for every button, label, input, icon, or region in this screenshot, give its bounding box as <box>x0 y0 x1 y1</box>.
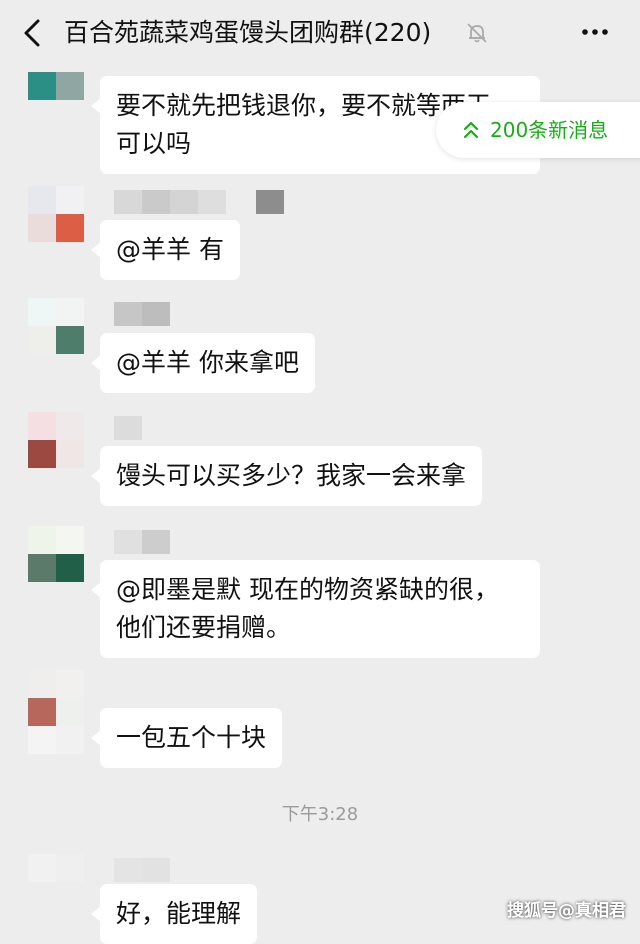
avatar[interactable] <box>28 298 84 354</box>
double-chevron-up-icon <box>463 121 479 139</box>
sender-name-blurred <box>114 530 174 554</box>
timestamp: 下午3:28 <box>281 804 359 825</box>
avatar[interactable] <box>28 854 84 925</box>
message-text: @即墨是默 现在的物资紧缺的很， <box>116 575 499 604</box>
message-bubble[interactable]: 馒头可以买多少？我家一会来拿 <box>90 446 483 506</box>
avatar[interactable] <box>28 186 84 242</box>
sender-name-blurred <box>114 302 174 326</box>
sender-name-blurred <box>114 858 174 882</box>
more-dots-icon[interactable] <box>580 22 610 42</box>
chat-title: 百合苑蔬菜鸡蛋馒头团购群(220) <box>64 18 432 47</box>
sender-name-blurred <box>114 416 144 440</box>
bell-off-icon <box>467 23 487 43</box>
message-text: 他们还要捐赠。 <box>116 613 292 642</box>
message-text: 一包五个十块 <box>116 723 267 752</box>
avatar[interactable] <box>28 670 84 754</box>
watermark: 搜狐号@真相君 <box>507 901 626 921</box>
message-bubble[interactable]: @羊羊 有 <box>91 220 240 280</box>
avatar[interactable] <box>28 526 84 582</box>
message-bubble[interactable]: @羊羊 你来拿吧 <box>91 333 315 393</box>
message-text: @羊羊 你来拿吧 <box>116 348 299 377</box>
message-bubble[interactable]: 好，能理解 <box>90 884 258 944</box>
new-messages-label: 200条新消息 <box>490 118 609 142</box>
message-text: 馒头可以买多少？我家一会来拿 <box>116 461 467 490</box>
chat-header: 百合苑蔬菜鸡蛋馒头团购群(220) <box>0 0 640 66</box>
chevron-left-icon[interactable] <box>20 18 46 48</box>
sender-name-blurred <box>114 190 286 214</box>
message-bubble[interactable]: 一包五个十块 <box>90 708 283 768</box>
message-bubble[interactable]: @即墨是默 现在的物资紧缺的很， 他们还要捐赠。 <box>91 560 540 658</box>
message-text: 好，能理解 <box>116 899 242 928</box>
avatar[interactable] <box>28 412 84 468</box>
message-text: @羊羊 有 <box>116 235 224 264</box>
new-messages-button[interactable]: 200条新消息 <box>436 102 640 158</box>
